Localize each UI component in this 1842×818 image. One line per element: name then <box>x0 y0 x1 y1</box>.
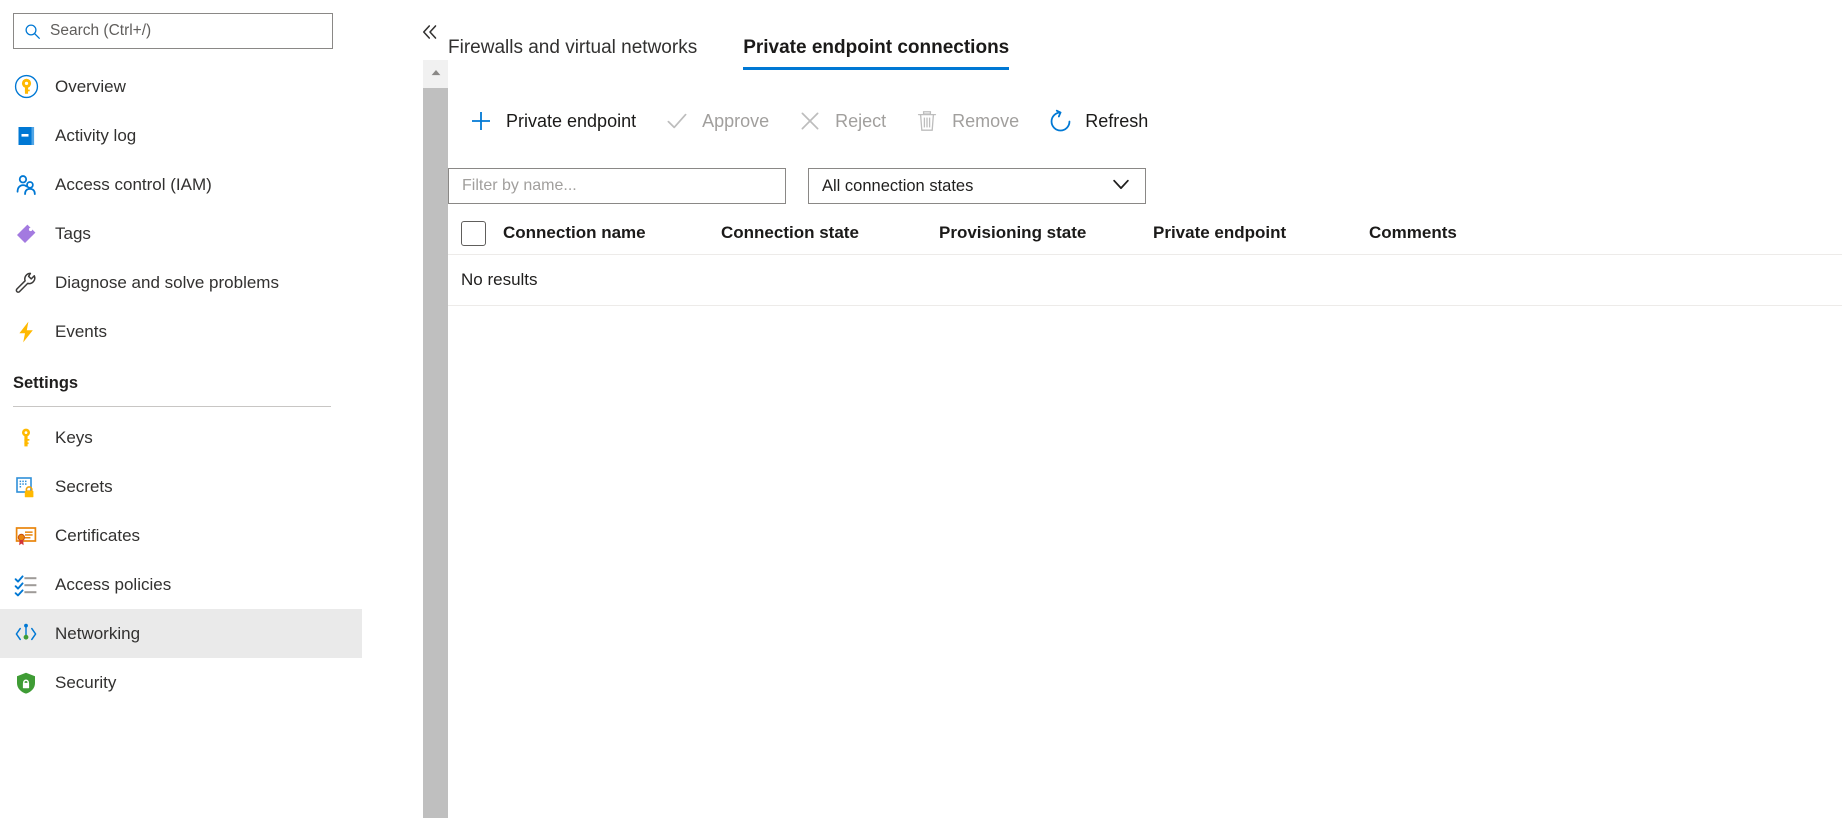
filter-bar: Filter by name... All connection states <box>448 168 1146 204</box>
azure-portal-keyvault-networking-blade: Search (Ctrl+/) Overview <box>0 0 1842 818</box>
sidebar-item-label: Keys <box>55 429 93 446</box>
sidebar-item-label: Access policies <box>55 576 171 593</box>
sidebar-item-label: Overview <box>55 78 126 95</box>
sidebar-item-secrets[interactable]: Secrets <box>0 462 362 511</box>
sidebar-item-label: Access control (IAM) <box>55 176 212 193</box>
approve-button[interactable]: Approve <box>650 100 783 142</box>
table-empty-row: No results <box>448 255 1842 305</box>
blade-tabs: Firewalls and virtual networks Private e… <box>448 22 1055 70</box>
checklist-icon <box>13 572 39 598</box>
tab-firewalls-and-virtual-networks[interactable]: Firewalls and virtual networks <box>448 37 697 70</box>
filter-by-name-input[interactable]: Filter by name... <box>448 168 786 204</box>
tab-private-endpoint-connections[interactable]: Private endpoint connections <box>743 37 1009 70</box>
search-placeholder-text: Search (Ctrl+/) <box>50 23 151 39</box>
sidebar-item-label: Security <box>55 674 116 691</box>
connection-state-selected-value: All connection states <box>822 177 973 196</box>
checkmark-icon <box>664 108 690 134</box>
sidebar-item-access-policies[interactable]: Access policies <box>0 560 362 609</box>
tag-icon <box>13 221 39 247</box>
sidebar-item-certificates[interactable]: Certificates <box>0 511 362 560</box>
sidebar-item-keys[interactable]: Keys <box>0 413 362 462</box>
connection-state-dropdown[interactable]: All connection states <box>808 168 1146 204</box>
sidebar-item-label: Secrets <box>55 478 113 495</box>
sidebar-item-label: Diagnose and solve problems <box>55 274 279 291</box>
search-icon <box>24 23 41 40</box>
sidebar-item-activity-log[interactable]: Activity log <box>0 111 362 160</box>
search-input[interactable]: Search (Ctrl+/) <box>13 13 333 49</box>
toolbar-button-label: Private endpoint <box>506 111 636 132</box>
toolbar-button-label: Refresh <box>1085 111 1148 132</box>
command-toolbar: Private endpoint Approve Reject <box>454 100 1162 142</box>
activity-log-book-icon <box>13 123 39 149</box>
sidebar-scrollbar[interactable] <box>423 60 448 818</box>
add-private-endpoint-button[interactable]: Private endpoint <box>454 100 650 142</box>
key-circle-icon <box>13 74 39 100</box>
chevron-down-icon <box>1110 173 1132 200</box>
sidebar-item-label: Networking <box>55 625 140 642</box>
toolbar-button-label: Remove <box>952 111 1019 132</box>
resource-menu-sidebar: Search (Ctrl+/) Overview <box>0 0 415 818</box>
column-header-provisioning-state[interactable]: Provisioning state <box>939 223 1153 243</box>
key-icon <box>13 425 39 451</box>
sidebar-item-security[interactable]: Security <box>0 658 362 707</box>
sidebar-item-label: Tags <box>55 225 91 242</box>
column-header-connection-state[interactable]: Connection state <box>721 223 939 243</box>
networking-icon <box>13 621 39 647</box>
trash-icon <box>914 108 940 134</box>
certificate-icon <box>13 523 39 549</box>
search-box-container: Search (Ctrl+/) <box>13 13 333 49</box>
tab-label: Firewalls and virtual networks <box>448 37 697 58</box>
column-header-connection-name[interactable]: Connection name <box>503 223 721 243</box>
collapse-panel-chevron-icon[interactable] <box>416 18 444 46</box>
table-bottom-divider <box>448 305 1842 306</box>
plus-icon <box>468 108 494 134</box>
remove-button[interactable]: Remove <box>900 100 1033 142</box>
sidebar-item-tags[interactable]: Tags <box>0 209 362 258</box>
green-shield-icon <box>13 670 39 696</box>
scroll-up-arrow-icon[interactable] <box>423 60 448 86</box>
tab-label: Private endpoint connections <box>743 37 1009 58</box>
sidebar-item-diagnose-and-solve-problems[interactable]: Diagnose and solve problems <box>0 258 362 307</box>
secret-lock-icon <box>13 474 39 500</box>
column-header-comments[interactable]: Comments <box>1369 223 1457 243</box>
sidebar-item-events[interactable]: Events <box>0 307 362 356</box>
sidebar-item-access-control[interactable]: Access control (IAM) <box>0 160 362 209</box>
column-header-private-endpoint[interactable]: Private endpoint <box>1153 223 1369 243</box>
settings-section-title: Settings <box>13 374 362 406</box>
filter-placeholder-text: Filter by name... <box>462 177 577 195</box>
cross-icon <box>797 108 823 134</box>
private-endpoint-connections-table: Connection name Connection state Provisi… <box>448 212 1842 306</box>
no-results-text: No results <box>461 270 538 290</box>
section-divider <box>13 406 331 407</box>
wrench-icon <box>13 270 39 296</box>
table-header-row: Connection name Connection state Provisi… <box>448 212 1842 254</box>
sidebar-item-label: Activity log <box>55 127 136 144</box>
select-all-checkbox[interactable] <box>461 221 486 246</box>
refresh-icon <box>1047 108 1073 134</box>
scrollbar-thumb[interactable] <box>423 88 448 818</box>
sidebar-item-label: Events <box>55 323 107 340</box>
toolbar-button-label: Reject <box>835 111 886 132</box>
reject-button[interactable]: Reject <box>783 100 900 142</box>
settings-section-header: Settings <box>0 356 362 407</box>
people-icon <box>13 172 39 198</box>
lightning-bolt-icon <box>13 319 39 345</box>
refresh-button[interactable]: Refresh <box>1033 100 1162 142</box>
sidebar-item-networking[interactable]: Networking <box>0 609 362 658</box>
toolbar-button-label: Approve <box>702 111 769 132</box>
sidebar-item-label: Certificates <box>55 527 140 544</box>
sidebar-item-overview[interactable]: Overview <box>0 62 362 111</box>
resource-menu-list: Overview Activity log <box>0 62 362 707</box>
main-content-pane: Firewalls and virtual networks Private e… <box>448 0 1842 818</box>
